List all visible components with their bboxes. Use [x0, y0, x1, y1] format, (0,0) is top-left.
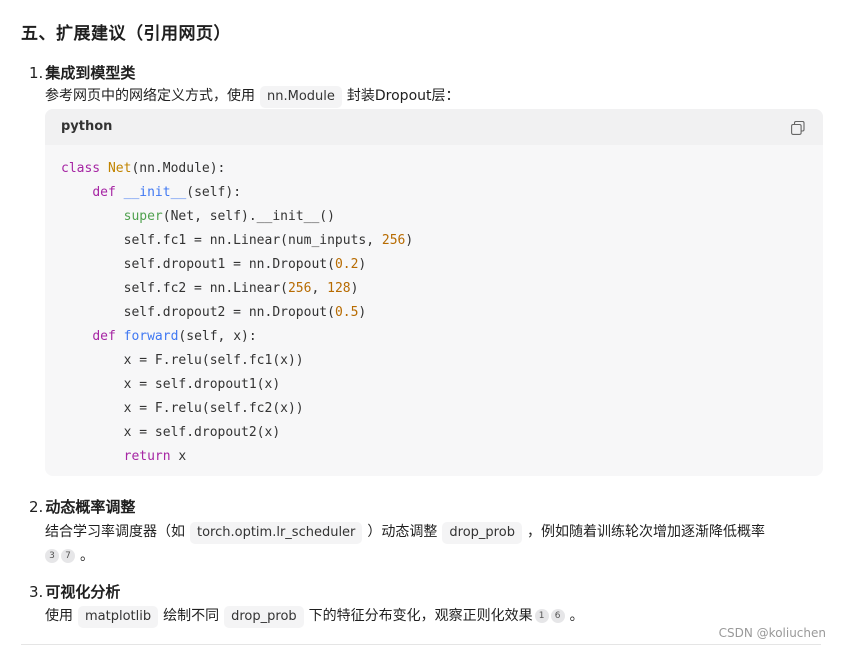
text: 绘制不同: [163, 608, 220, 624]
list-item-2-desc: 结合学习率调度器（如 torch.optim.lr_scheduler ）动态调整 d…: [45, 522, 765, 544]
text: 参考网页中的网络定义方式，使用: [45, 88, 255, 104]
list-item-title-text: 集成到模型类: [45, 64, 136, 82]
code-line: class Net(nn.Module):: [61, 161, 226, 176]
code-language-label: python: [61, 119, 113, 134]
divider: [21, 644, 821, 645]
code-block: python class Net(nn.Module): def __init_…: [45, 109, 823, 476]
text: ，例如随着训练轮次增加逐渐降低概率: [526, 524, 765, 540]
section-heading: 五、扩展建议（引用网页）: [21, 24, 231, 44]
text: ）动态调整: [367, 524, 438, 540]
copy-icon[interactable]: [791, 120, 805, 135]
code-line: super(Net, self).__init__(): [123, 209, 335, 224]
list-item-title-text: 可视化分析: [45, 583, 121, 601]
text: 下的特征分布变化，观察正则化效果: [308, 608, 533, 624]
list-number: 2.: [29, 498, 44, 516]
watermark: CSDN @koliuchen: [718, 626, 826, 640]
code-line: def forward(self, x):: [92, 329, 257, 344]
text: 。: [569, 608, 584, 624]
code-line: x = self.dropout1(x): [61, 377, 281, 392]
text: 封装Dropout层：: [346, 88, 460, 104]
list-number: 1.: [29, 64, 44, 82]
code-line: self.dropout2 = nn.Dropout(0.5): [61, 305, 367, 320]
citation-badge[interactable]: 6: [550, 609, 565, 623]
text: 使用: [45, 608, 73, 624]
list-item-2-citations: 3 7 。: [45, 546, 94, 566]
code-line: def __init__(self):: [92, 185, 242, 200]
code-line: x = F.relu(self.fc1(x)): [61, 353, 304, 368]
list-number: 3.: [29, 583, 44, 601]
list-item-3-desc: 使用 matplotlib 绘制不同 drop_prob 下的特征分布变化，观察正则化效…: [45, 606, 584, 628]
citation-badge[interactable]: 7: [61, 549, 75, 563]
list-item-2-title: 2. 动态概率调整: [29, 496, 135, 517]
inline-code: matplotlib: [78, 606, 159, 628]
text: 结合学习率调度器（如: [45, 524, 185, 540]
inline-code: torch.optim.lr_scheduler: [190, 522, 363, 544]
list-item-1-desc: 参考网页中的网络定义方式，使用 nn.Module 封装Dropout层：: [45, 86, 460, 108]
inline-code: drop_prob: [442, 522, 522, 544]
code-content: class Net(nn.Module): def __init__(self)…: [61, 157, 413, 469]
code-line: x = self.dropout2(x): [61, 425, 281, 440]
list-item-1-title: 1. 集成到模型类: [29, 62, 135, 83]
page: 五、扩展建议（引用网页） 1. 集成到模型类 参考网页中的网络定义方式，使用 nn.…: [0, 0, 843, 649]
citation-badge[interactable]: 3: [45, 549, 59, 563]
code-line: x = F.relu(self.fc2(x)): [61, 401, 304, 416]
code-line: self.fc1 = nn.Linear(num_inputs, 256): [61, 233, 414, 248]
citation-badge[interactable]: 1: [534, 609, 549, 623]
list-item-3-title: 3. 可视化分析: [29, 581, 120, 602]
list-item-title-text: 动态概率调整: [45, 498, 136, 516]
code-line: self.dropout1 = nn.Dropout(0.2): [61, 257, 367, 272]
inline-code: drop_prob: [224, 606, 304, 628]
text: 。: [80, 548, 94, 564]
code-line: return x: [123, 449, 187, 464]
code-block-header: python: [45, 109, 823, 145]
code-line: self.fc2 = nn.Linear(256, 128): [61, 281, 359, 296]
inline-code: nn.Module: [260, 86, 342, 108]
